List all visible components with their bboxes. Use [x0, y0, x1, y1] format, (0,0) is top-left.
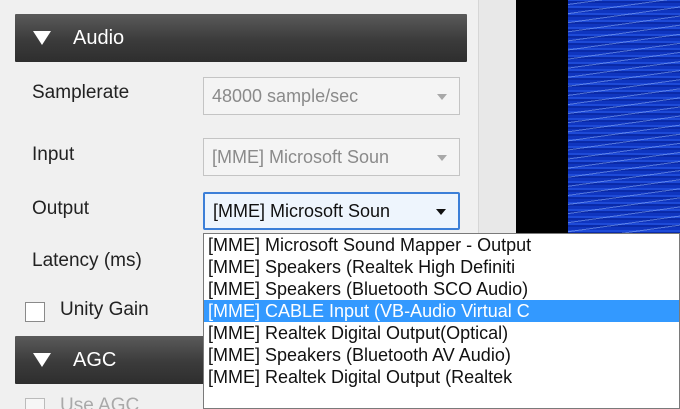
output-option[interactable]: [MME] Microsoft Sound Mapper - Output [204, 234, 679, 256]
chevron-down-icon [437, 94, 447, 100]
unity-gain-checkbox[interactable] [25, 302, 45, 322]
output-option-highlighted[interactable]: [MME] CABLE Input (VB-Audio Virtual C [204, 300, 679, 322]
output-option[interactable]: [MME] Speakers (Bluetooth AV Audio) [204, 344, 679, 366]
input-label: Input [32, 144, 75, 165]
use-agc-label: Use AGC [60, 395, 140, 409]
output-option[interactable]: [MME] Speakers (Bluetooth SCO Audio) [204, 278, 679, 300]
output-value: [MME] Microsoft Soun [213, 200, 391, 221]
output-option[interactable]: [MME] Speakers (Realtek High Definiti [204, 256, 679, 278]
unity-gain-label: Unity Gain [60, 299, 149, 320]
samplerate-value: 48000 sample/sec [212, 85, 359, 106]
output-option[interactable]: [MME] Realtek Digital Output(Optical) [204, 322, 679, 344]
input-value: [MME] Microsoft Soun [212, 146, 390, 167]
latency-label: Latency (ms) [32, 250, 142, 271]
samplerate-label: Samplerate [32, 82, 130, 103]
input-select[interactable]: [MME] Microsoft Soun [203, 138, 460, 176]
chevron-down-icon [437, 155, 447, 161]
samplerate-select[interactable]: 48000 sample/sec [203, 77, 460, 115]
agc-section-title: AGC [73, 348, 117, 371]
use-agc-checkbox[interactable] [25, 398, 45, 409]
output-select[interactable]: [MME] Microsoft Soun [203, 192, 460, 230]
output-dropdown-list[interactable]: [MME] Microsoft Sound Mapper - Output [M… [203, 233, 680, 409]
output-label: Output [32, 198, 90, 219]
audio-section-header[interactable]: Audio [15, 14, 467, 62]
audio-section-title: Audio [73, 26, 125, 49]
collapse-triangle-icon [33, 31, 51, 45]
output-option[interactable]: [MME] Realtek Digital Output (Realtek [204, 366, 679, 388]
chevron-down-icon [436, 209, 446, 215]
collapse-triangle-icon [33, 353, 51, 367]
